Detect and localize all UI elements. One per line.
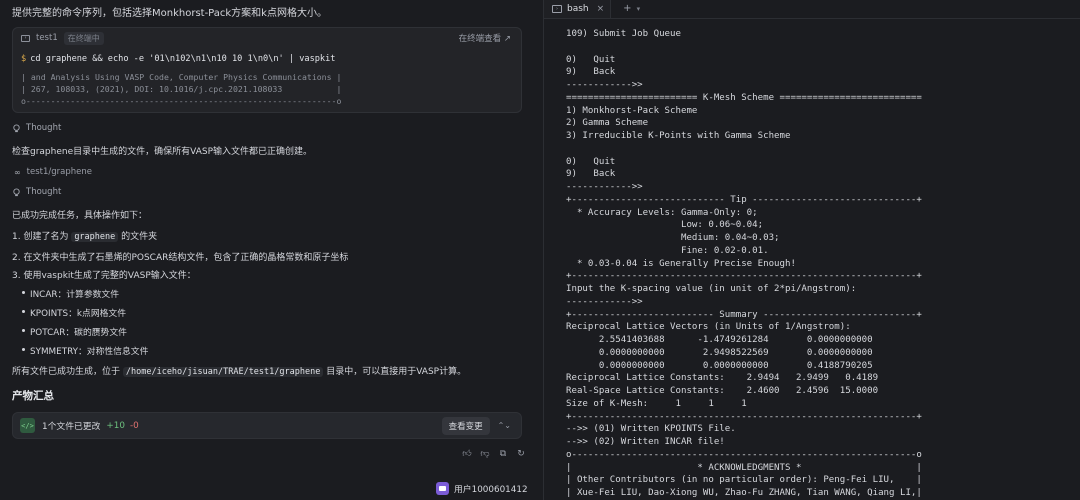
chat-panel: 提供完整的命令序列，包括选择Monkhorst-Pack方案和k点网格大小。 ›… xyxy=(0,0,534,500)
changes-count-text: 1个文件已更改 xyxy=(42,422,101,432)
terminal-line: Size of K-Mesh: 1 1 1 xyxy=(566,398,747,409)
terminal-line: ------------>> xyxy=(566,182,643,192)
final-text: 所有文件已成功生成，位于 /home/iceho/jisuan/TRAE/tes… xyxy=(12,367,467,377)
terminal-line: 9) Back xyxy=(566,67,616,78)
terminal-line: * 0.03-0.04 is Generally Precise Enough! xyxy=(566,258,796,269)
terminal-line: o---------------------------------------… xyxy=(566,449,922,460)
chevron-down-icon[interactable]: ▾ xyxy=(637,0,641,18)
terminal-card-body: $ cd graphene && echo -e '01\n102\n1\n10 … xyxy=(21,54,341,108)
changes-summary-bar[interactable]: </> 1个文件已更改 +10 -0 查看变更 ⌃⌄ xyxy=(12,412,522,439)
command-text: cd graphene && echo -e '01\n102\n1\n10 1… xyxy=(30,54,336,64)
terminal-command-card: › test1 在终端中 在终端查看 ↗ $ cd graphene && ech… xyxy=(12,27,522,113)
lines-removed: -0 xyxy=(129,420,139,431)
terminal-status-badge: 在终端中 xyxy=(63,31,104,45)
prompt-dollar: $ xyxy=(21,54,27,64)
terminal-panel: › bash × + ▾ 109) Submit Job Queue 0) Qui… xyxy=(544,0,1080,500)
expand-chevron-icon[interactable]: ⌃⌄ xyxy=(498,421,511,430)
lines-added: +10 xyxy=(106,420,125,431)
file-list-item: KPOINTS：k点网格文件 xyxy=(21,306,126,319)
inline-code: graphene xyxy=(71,232,119,242)
terminal-line: 3) Irreducible K-Points with Gamma Schem… xyxy=(566,131,791,141)
thumbs-up-icon[interactable]: 👍︎ xyxy=(462,449,472,459)
output-line: | and Analysis Using VASP Code, Computer… xyxy=(21,72,342,82)
new-tab-plus-icon[interactable]: + xyxy=(623,0,631,18)
terminal-line: 109) Submit Job Queue xyxy=(566,29,681,39)
thought-label: Thought xyxy=(26,187,62,197)
terminal-line: +---------------------------------------… xyxy=(566,271,922,282)
user-name: 用户1000601412 xyxy=(454,485,528,495)
path-reference[interactable]: ∞ test1/graphene xyxy=(14,167,92,177)
refresh-icon[interactable]: ↻ xyxy=(516,449,526,459)
user-badge: 用户1000601412 xyxy=(436,482,528,495)
file-list-item: SYMMETRY：对称性信息文件 xyxy=(21,344,148,357)
terminal-line: Low: 0.06~0.04; xyxy=(566,220,764,231)
terminal-line: 1) Monkhorst-Pack Scheme xyxy=(566,105,698,116)
check-text: 检查graphene目录中生成的文件，确保所有VASP输入文件都已正确创建。 xyxy=(12,147,313,157)
terminal-line: 2) Gamma Scheme xyxy=(566,118,649,129)
thumbs-down-icon[interactable]: 👎︎ xyxy=(480,449,490,459)
terminal-line: Medium: 0.04~0.03; xyxy=(566,233,780,243)
avatar xyxy=(436,482,449,495)
terminal-card-header: › test1 在终端中 在终端查看 ↗ xyxy=(13,28,521,48)
link-icon: ∞ xyxy=(14,167,21,177)
thought-toggle[interactable]: Thought xyxy=(12,123,61,133)
terminal-line: Reciprocal Lattice Constants: 2.9494 2.9… xyxy=(566,373,879,384)
terminal-line: 2.5541403688 -1.4749261284 0.0000000000 xyxy=(566,335,873,345)
intro-text: 提供完整的命令序列，包括选择Monkhorst-Pack方案和k点网格大小。 xyxy=(12,8,327,19)
external-link-icon: ↗ xyxy=(503,34,511,44)
terminal-line: 0) Quit xyxy=(566,54,616,65)
terminal-line: Fine: 0.02-0.01. xyxy=(566,245,769,256)
close-icon[interactable]: × xyxy=(597,4,605,14)
lightbulb-icon xyxy=(13,123,20,132)
file-list-item: POTCAR：碳的赝势文件 xyxy=(22,325,127,338)
inline-code-path: /home/iceho/jisuan/TRAE/test1/graphene xyxy=(122,367,324,377)
message-actions: 👍︎ 👎︎ ⧉ ↻ xyxy=(462,449,526,459)
terminal-icon: › xyxy=(552,4,562,13)
copy-icon[interactable]: ⧉ xyxy=(498,449,508,459)
terminal-line: Real-Space Lattice Constants: 2.4600 2.4… xyxy=(566,386,879,396)
terminal-line: +---------------------------- Tip ------… xyxy=(566,194,922,205)
file-list-item: INCAR：计算参数文件 xyxy=(21,287,119,300)
thought-toggle[interactable]: Thought xyxy=(12,187,61,197)
terminal-tab-bar: › bash × + ▾ xyxy=(544,0,1080,19)
terminal-line: 9) Back xyxy=(566,169,616,180)
terminal-line: | Xue-Fei LIU, Dao-Xiong WU, Zhao-Fu ZHA… xyxy=(566,488,922,498)
output-line: | 267, 108033, (2021), DOI: 10.1016/j.cp… xyxy=(21,84,342,94)
terminal-line: +-------------------------- Summary ----… xyxy=(566,309,922,320)
terminal-line: Reciprocal Lattice Vectors (in Units of … xyxy=(566,322,851,333)
terminal-line: -->> (02) Written INCAR file! xyxy=(566,437,725,447)
open-in-terminal-link[interactable]: 在终端查看 ↗ xyxy=(459,32,511,44)
command-line: $ cd graphene && echo -e '01\n102\n1\n10 … xyxy=(21,54,341,68)
terminal-line: ======================== K-Mesh Scheme =… xyxy=(566,92,922,103)
step-item: 3. 使用vaspkit生成了完整的VASP输入文件： xyxy=(12,271,196,281)
terminal-line: 0) Quit xyxy=(566,156,616,167)
terminal-line: 0.0000000000 2.9498522569 0.0000000000 xyxy=(566,347,873,358)
done-text: 已成功完成任务，具体操作如下： xyxy=(12,211,148,221)
thought-label: Thought xyxy=(26,123,62,133)
terminal-line: | * ACKNOWLEDGMENTS * | xyxy=(566,462,922,473)
terminal-line: Input the K-spacing value (in unit of 2*… xyxy=(566,284,857,294)
terminal-line: ------------>> xyxy=(566,80,643,90)
terminal-line: 0.0000000000 0.0000000000 0.4188790205 xyxy=(566,360,873,371)
terminal-line: +---------------------------------------… xyxy=(566,411,922,422)
terminal-line: ------------>> xyxy=(566,296,643,307)
terminal-line: -->> (01) Written KPOINTS File. xyxy=(566,424,736,435)
tab-label: bash xyxy=(567,3,589,14)
terminal-line: * Accuracy Levels: Gamma-Only: 0; xyxy=(566,207,758,218)
code-file-icon: </> xyxy=(20,418,35,433)
lightbulb-icon xyxy=(13,187,20,196)
step-item: 2. 在文件夹中生成了石墨烯的POSCAR结构文件，包含了正确的晶格常数和原子坐… xyxy=(12,253,349,263)
view-changes-button[interactable]: 查看变更 xyxy=(441,416,490,435)
step-item: 1. 创建了名为 graphene 的文件夹 xyxy=(12,232,158,242)
terminal-name: test1 xyxy=(36,33,58,43)
terminal-line: | Other Contributors (in no particular o… xyxy=(566,475,922,486)
output-line: o---------------------------------------… xyxy=(21,96,342,106)
path-reference-text: test1/graphene xyxy=(26,167,92,177)
terminal-icon: › xyxy=(21,34,30,42)
terminal-output[interactable]: 109) Submit Job Queue 0) Quit 9) Back -----… xyxy=(566,28,922,500)
tab-bash[interactable]: › bash × xyxy=(544,0,612,18)
section-title: 产物汇总 xyxy=(12,390,54,402)
